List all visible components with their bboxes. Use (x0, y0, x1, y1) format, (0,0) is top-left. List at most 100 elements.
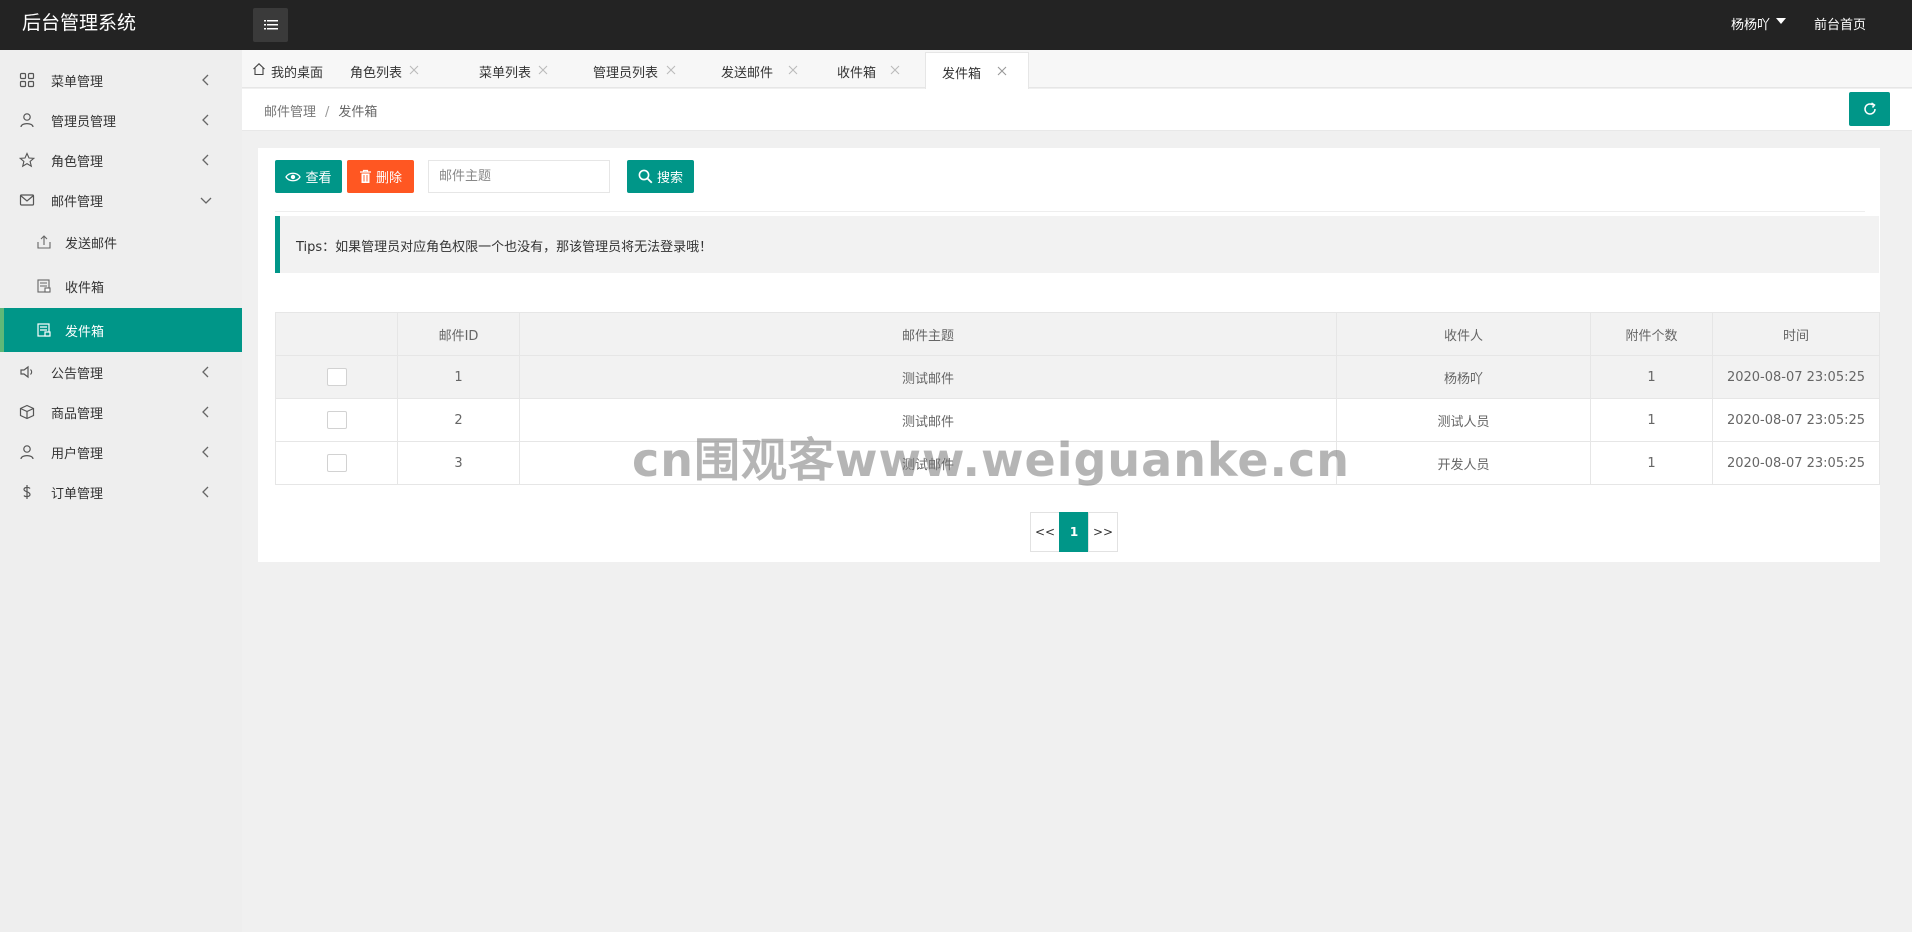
cell-recipient: 开发人员 (1336, 441, 1591, 485)
star-icon (19, 152, 35, 168)
sidebar-item-admins[interactable]: 管理员管理 (0, 100, 242, 140)
sidebar-item-roles[interactable]: 角色管理 (0, 140, 242, 180)
tab-label: 发送邮件 (721, 66, 774, 81)
table-header-id: 邮件ID (397, 312, 520, 356)
chevron-left-icon (202, 114, 209, 126)
sidebar-item-label: 用户管理 (51, 447, 104, 462)
cell-time: 2020-08-07 23:05:25 (1712, 441, 1880, 485)
search-button[interactable]: 搜索 (627, 160, 694, 193)
sidebar-subitem-label: 收件箱 (65, 281, 105, 296)
search-icon (638, 169, 653, 184)
close-icon[interactable] (996, 65, 1008, 77)
user-name: 杨杨吖 (1731, 18, 1771, 33)
tips-text: Tips：如果管理员对应角色权限一个也没有，那该管理员将无法登录哦！ (296, 240, 713, 255)
frontend-home-link[interactable]: 前台首页 (1814, 14, 1866, 33)
breadcrumb-current: 发件箱 (338, 105, 378, 120)
top-header: 后台管理系统 杨杨吖 前台首页 (0, 0, 1912, 50)
refresh-button[interactable] (1849, 92, 1890, 126)
tab-label: 菜单列表 (479, 66, 532, 81)
cell-id: 2 (397, 398, 520, 442)
cell-id: 1 (397, 355, 520, 399)
outbox-table: 邮件ID 邮件主题 收件人 附件个数 时间 1 测试邮件 杨杨吖 1 2020-… (275, 312, 1880, 485)
tab-desktop[interactable]: 我的桌面 (252, 52, 332, 88)
grid-icon (19, 72, 35, 88)
sidebar-toggle-button[interactable] (253, 8, 288, 42)
table-header-time: 时间 (1712, 312, 1880, 356)
close-icon[interactable] (408, 64, 420, 76)
tab-menu-list[interactable]: 菜单列表 (479, 52, 569, 88)
cell-time: 2020-08-07 23:05:25 (1712, 398, 1880, 442)
sidebar-subitem-outbox[interactable]: 发件箱 (0, 308, 242, 352)
tab-send-mail[interactable]: 发送邮件 (721, 52, 811, 88)
close-icon[interactable] (787, 64, 799, 76)
app-logo: 后台管理系统 (22, 12, 137, 34)
speaker-icon (20, 365, 33, 379)
chevron-left-icon (202, 406, 209, 418)
row-checkbox[interactable] (326, 368, 347, 386)
sidebar-subitem-inbox[interactable]: 收件箱 (0, 264, 242, 308)
chevron-left-icon (202, 486, 209, 498)
sidebar-item-label: 邮件管理 (51, 195, 104, 210)
sidebar-item-users[interactable]: 用户管理 (0, 432, 242, 472)
tab-label: 发件箱 (942, 67, 982, 82)
search-button-label: 搜索 (656, 171, 683, 186)
tab-role-list[interactable]: 角色列表 (350, 52, 440, 88)
sidebar-item-label: 菜单管理 (51, 75, 104, 90)
sidebar-item-products[interactable]: 商品管理 (0, 392, 242, 432)
row-checkbox-cell (275, 355, 398, 399)
tab-label: 管理员列表 (593, 66, 659, 81)
mail-icon (19, 194, 35, 206)
menu-icon (263, 20, 278, 30)
user-icon (20, 445, 34, 460)
pagination-prev-button[interactable]: << (1030, 512, 1060, 552)
dollar-icon (23, 485, 31, 499)
inbox-icon (37, 279, 51, 293)
toolbar: 查看 删除 搜索 (275, 160, 1865, 212)
cell-id: 3 (397, 441, 520, 485)
table-row[interactable]: 3 测试邮件 开发人员 1 2020-08-07 23:05:25 (275, 441, 1880, 485)
sidebar-item-menu[interactable]: 菜单管理 (0, 60, 242, 100)
sidebar-item-orders[interactable]: 订单管理 (0, 472, 242, 512)
delete-button-label: 删除 (375, 171, 402, 186)
sidebar-item-label: 公告管理 (51, 367, 104, 382)
tab-admin-list[interactable]: 管理员列表 (593, 52, 693, 88)
breadcrumb: 邮件管理 / 发件箱 (264, 101, 377, 120)
tab-label: 角色列表 (350, 66, 403, 81)
sidebar-item-label: 商品管理 (51, 407, 104, 422)
sidebar-subitem-send-mail[interactable]: 发送邮件 (0, 220, 242, 264)
view-button[interactable]: 查看 (275, 160, 342, 193)
pagination-page-1[interactable]: 1 (1059, 512, 1089, 552)
cell-time: 2020-08-07 23:05:25 (1712, 355, 1880, 399)
caret-down-icon (1776, 17, 1787, 24)
cell-attachments: 1 (1590, 398, 1713, 442)
sidebar-item-mail[interactable]: 邮件管理 (0, 180, 242, 220)
close-icon[interactable] (537, 64, 549, 76)
sidebar-item-notices[interactable]: 公告管理 (0, 352, 242, 392)
close-icon[interactable] (665, 64, 677, 76)
sidebar-subitem-label: 发件箱 (65, 325, 105, 340)
row-checkbox[interactable] (326, 411, 347, 429)
chevron-left-icon (202, 366, 209, 378)
refresh-icon (1863, 102, 1876, 115)
row-checkbox-cell (275, 441, 398, 485)
table-row[interactable]: 2 测试邮件 测试人员 1 2020-08-07 23:05:25 (275, 398, 1880, 442)
cell-recipient: 测试人员 (1336, 398, 1591, 442)
mail-subject-search-input[interactable] (428, 160, 610, 193)
table-row[interactable]: 1 测试邮件 杨杨吖 1 2020-08-07 23:05:25 (275, 355, 1880, 399)
close-icon[interactable] (889, 64, 901, 76)
user-menu[interactable]: 杨杨吖 (1731, 14, 1787, 33)
delete-button[interactable]: 删除 (347, 160, 414, 193)
breadcrumb-separator: / (325, 105, 330, 120)
pagination-next-button[interactable]: >> (1088, 512, 1118, 552)
chevron-down-icon (200, 197, 212, 204)
table-header-recipient: 收件人 (1336, 312, 1591, 356)
breadcrumb-parent[interactable]: 邮件管理 (264, 105, 316, 120)
tab-inbox[interactable]: 收件箱 (837, 52, 917, 88)
row-checkbox[interactable] (326, 454, 347, 472)
sidebar: 菜单管理 管理员管理 角色管理 邮件管理 发送邮件 收件箱 发件箱 公告管理 商… (0, 50, 242, 932)
pagination: << 1 >> (1030, 512, 1118, 552)
tab-label: 我的桌面 (271, 66, 324, 81)
table-header-row: 邮件ID 邮件主题 收件人 附件个数 时间 (275, 312, 1880, 356)
sidebar-subitem-label: 发送邮件 (65, 237, 118, 252)
tab-outbox[interactable]: 发件箱 (925, 52, 1029, 89)
